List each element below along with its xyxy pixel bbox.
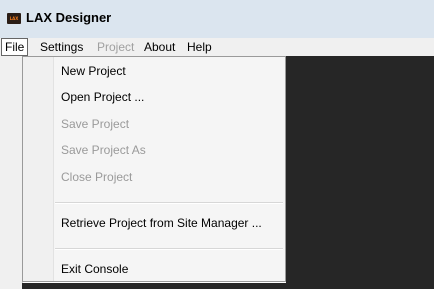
menu-item-close-project: Close Project bbox=[61, 170, 133, 184]
menu-project: Project bbox=[97, 40, 135, 54]
menu-help[interactable]: Help bbox=[187, 38, 212, 56]
window-title: LAX Designer bbox=[26, 10, 112, 25]
menu-settings[interactable]: Settings bbox=[40, 38, 83, 56]
menu-bar: File Settings Project About Help bbox=[0, 38, 434, 56]
menu-item-retrieve-project[interactable]: Retrieve Project from Site Manager ... bbox=[61, 215, 262, 231]
menu-item-save-project-as: Save Project As bbox=[61, 143, 146, 157]
workspace-bottom bbox=[22, 283, 434, 289]
menu-file[interactable]: File bbox=[1, 38, 29, 56]
menu-item-save-project: Save Project bbox=[61, 117, 130, 131]
menu-item-open-project[interactable]: Open Project ... bbox=[61, 89, 144, 105]
app-logo-icon: LAX bbox=[7, 13, 21, 24]
menu-icon-gutter bbox=[23, 57, 54, 281]
menu-item-exit-console[interactable]: Exit Console bbox=[61, 261, 128, 277]
menu-separator bbox=[55, 248, 283, 250]
workspace-area bbox=[286, 56, 434, 289]
app-logo-text: LAX bbox=[9, 16, 19, 21]
menu-about[interactable]: About bbox=[144, 38, 175, 56]
title-bar[interactable]: LAX LAX Designer bbox=[0, 0, 434, 38]
file-menu-dropdown: New Project Open Project ... Save Projec… bbox=[22, 56, 286, 282]
menu-separator bbox=[55, 202, 283, 204]
left-panel bbox=[0, 56, 23, 289]
app-window: LAX LAX Designer File Settings Project A… bbox=[0, 0, 434, 289]
menu-item-new-project[interactable]: New Project bbox=[61, 63, 126, 79]
